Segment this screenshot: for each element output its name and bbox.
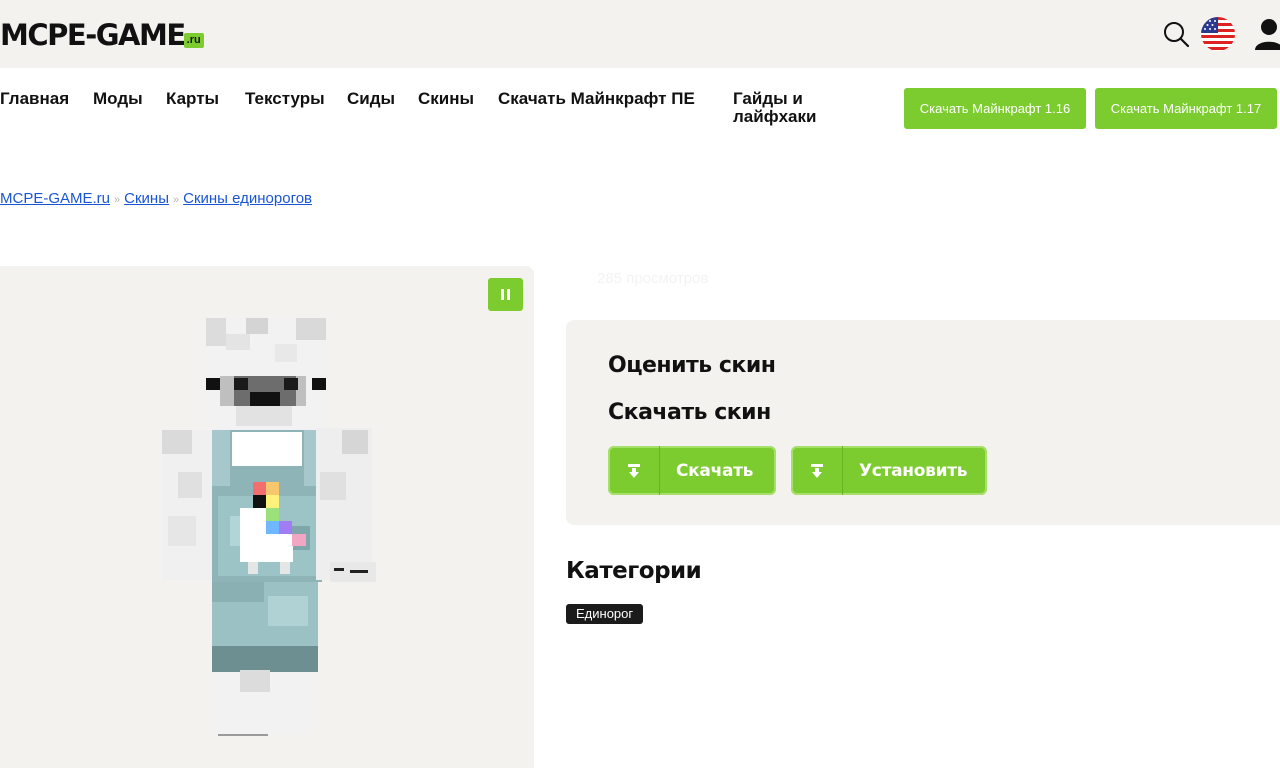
install-icon <box>791 446 843 495</box>
download-skin-label: Скачать <box>676 460 754 481</box>
view-count: 285 просмотров <box>597 270 709 287</box>
breadcrumb-separator: » <box>172 194 180 206</box>
download-minecraft-117-button[interactable]: Скачать Майнкрафт 1.17 <box>1095 88 1277 129</box>
nav-item-seeds[interactable]: Сиды <box>347 90 395 108</box>
logo-text: MCPE-GAME <box>0 18 186 52</box>
skin-actions-card: Оценить скин Скачать скин Скачать Устано… <box>566 320 1280 525</box>
categories-title: Категории <box>566 558 702 584</box>
install-skin-button[interactable]: Установить <box>791 446 987 495</box>
nav-item-textures[interactable]: Текстуры <box>245 90 325 108</box>
install-skin-label: Установить <box>859 460 968 481</box>
nav-item-home[interactable]: Главная <box>0 90 69 108</box>
search-icon[interactable] <box>1162 20 1190 48</box>
download-skin-title: Скачать скин <box>608 400 771 425</box>
site-header: MCPE-GAME .ru <box>0 0 1280 68</box>
download-skin-button[interactable]: Скачать <box>608 446 776 495</box>
nav-item-download-mcpe[interactable]: Скачать Майнкрафт ПЕ <box>498 90 703 108</box>
skin-3d-model[interactable] <box>0 266 534 768</box>
nav-item-mods[interactable]: Моды <box>93 90 143 108</box>
breadcrumb: MCPE-GAME.ru» Скины» Скины единорогов <box>0 190 312 209</box>
breadcrumb-skins-link[interactable]: Скины <box>124 190 169 207</box>
breadcrumb-home-link[interactable]: MCPE-GAME.ru <box>0 190 110 207</box>
rate-skin-title: Оценить скин <box>608 353 776 378</box>
logo-suffix: .ru <box>183 33 204 48</box>
download-minecraft-116-button[interactable]: Скачать Майнкрафт 1.16 <box>904 88 1086 129</box>
breadcrumb-separator: » <box>114 194 121 206</box>
nav-item-guides[interactable]: Гайды и лайфхаки <box>733 90 843 126</box>
pause-icon <box>501 289 504 300</box>
pause-button[interactable] <box>488 278 523 311</box>
us-flag-icon[interactable] <box>1200 16 1236 52</box>
nav-item-skins[interactable]: Скины <box>418 90 474 108</box>
breadcrumb-unicorn-skins-link[interactable]: Скины единорогов <box>183 190 312 207</box>
pause-icon <box>507 289 510 300</box>
nav-item-maps[interactable]: Карты <box>166 90 219 108</box>
user-icon[interactable] <box>1254 18 1280 50</box>
site-logo[interactable]: MCPE-GAME .ru <box>0 18 204 52</box>
category-tag-unicorn[interactable]: Единорог <box>566 604 644 624</box>
skin-preview-panel <box>0 266 534 768</box>
download-icon <box>608 446 660 495</box>
